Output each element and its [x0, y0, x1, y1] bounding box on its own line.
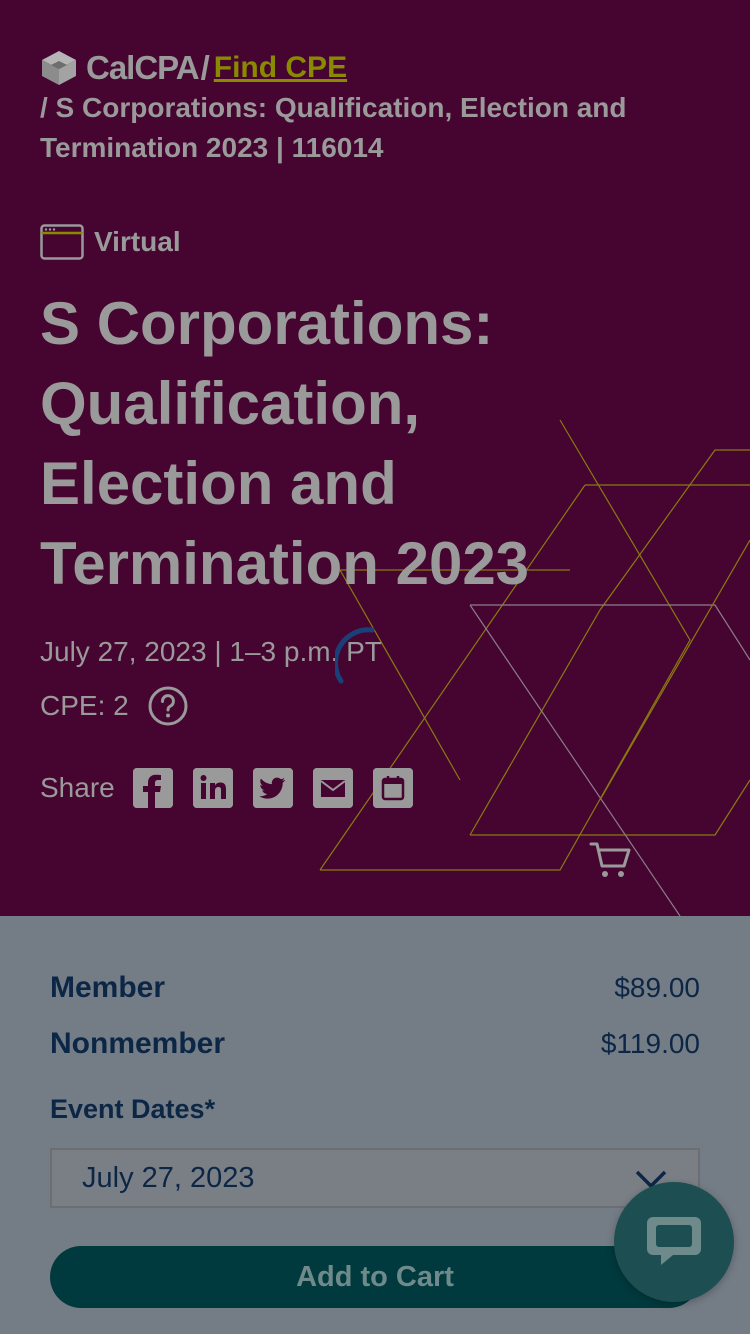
breadcrumb-separator: / [200, 49, 210, 86]
member-price-row: Member $89.00 [50, 960, 700, 1016]
breadcrumb: CalCPA / Find CPE / S Corporations: Qual… [40, 48, 720, 168]
nonmember-price: $119.00 [600, 1028, 700, 1059]
event-date-select[interactable]: July 27, 2023 [50, 1148, 700, 1208]
selected-date: July 27, 2023 [82, 1161, 255, 1194]
pricing-table: Member $89.00 Nonmember $119.00 [50, 960, 700, 1072]
chat-bubble-icon [647, 1217, 701, 1265]
loading-spinner-icon [335, 627, 375, 684]
share-label: Share [40, 772, 115, 803]
event-date-time: July 27, 2023 | 1–3 p.m. PT [40, 636, 382, 667]
format-label: Virtual [94, 226, 181, 257]
browser-window-icon [40, 224, 84, 260]
breadcrumb-current-page: / S Corporations: Qualification, Electio… [40, 92, 627, 163]
add-to-cart-button[interactable]: Add to Cart [50, 1246, 700, 1308]
member-label: Member [50, 971, 166, 1004]
event-title: S Corporations: Qualification, Election … [40, 290, 530, 597]
member-price: $89.00 [614, 972, 700, 1003]
cpe-credits: CPE: 2 [40, 684, 189, 728]
calcpa-logo-icon[interactable] [40, 49, 78, 87]
nonmember-price-row: Nonmember $119.00 [50, 1016, 700, 1072]
twitter-icon [252, 768, 293, 808]
cart-icon[interactable] [588, 838, 634, 884]
email-share-button[interactable] [312, 768, 353, 808]
twitter-share-button[interactable] [252, 768, 293, 808]
event-dates-label: Event Dates* [50, 1094, 216, 1124]
linkedin-share-button[interactable] [192, 768, 233, 808]
facebook-share-button[interactable] [132, 768, 173, 808]
find-cpe-link[interactable]: Find CPE [214, 48, 347, 88]
help-question-icon[interactable] [147, 685, 189, 727]
chat-button[interactable] [614, 1182, 734, 1302]
facebook-icon [132, 768, 173, 808]
logo-text[interactable]: CalCPA [86, 48, 200, 88]
linkedin-icon [192, 768, 233, 808]
share-bar: Share [40, 764, 433, 812]
calendar-icon [372, 768, 413, 808]
nonmember-label: Nonmember [50, 1027, 226, 1060]
cpe-label: CPE: 2 [40, 690, 129, 721]
calendar-share-button[interactable] [372, 768, 413, 808]
event-format: Virtual [40, 222, 181, 262]
email-icon [312, 768, 353, 808]
